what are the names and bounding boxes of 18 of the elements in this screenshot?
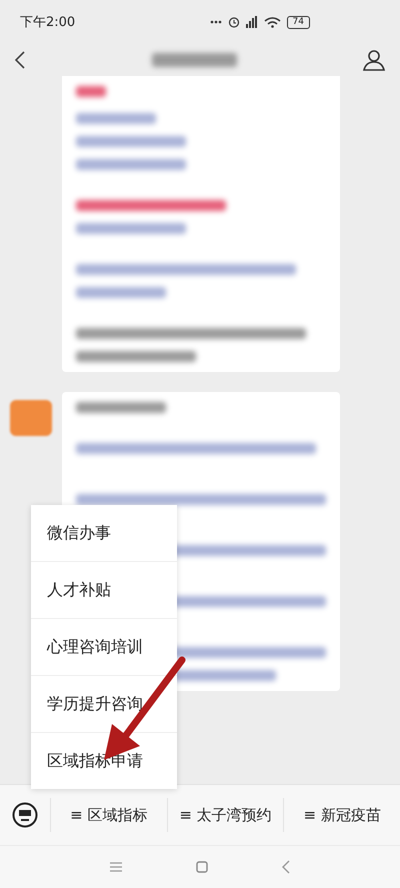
home-icon[interactable] (196, 861, 208, 873)
signal-icon (246, 16, 258, 28)
avatar-icon (10, 400, 52, 436)
status-time: 下午2:00 (20, 14, 76, 31)
battery-indicator: 74 (286, 16, 310, 28)
menu-tab[interactable]: ≡ 区域指标 (50, 798, 167, 832)
wifi-icon (264, 16, 281, 28)
menu-item[interactable]: 人才补贴 (31, 561, 177, 618)
menu-tab[interactable]: ≡ 新冠疫苗 (283, 798, 400, 832)
menu-icon[interactable] (110, 862, 122, 872)
keyboard-icon[interactable] (12, 802, 38, 828)
more-icon (210, 20, 222, 24)
profile-icon[interactable] (362, 48, 386, 72)
menu-item[interactable]: 心理咨询培训 (31, 618, 177, 675)
menu-item[interactable]: 微信办事 (31, 505, 177, 561)
alarm-icon (228, 16, 240, 28)
back-icon[interactable] (14, 50, 26, 70)
menu-tab[interactable]: ≡ 太子湾预约 (166, 798, 284, 832)
